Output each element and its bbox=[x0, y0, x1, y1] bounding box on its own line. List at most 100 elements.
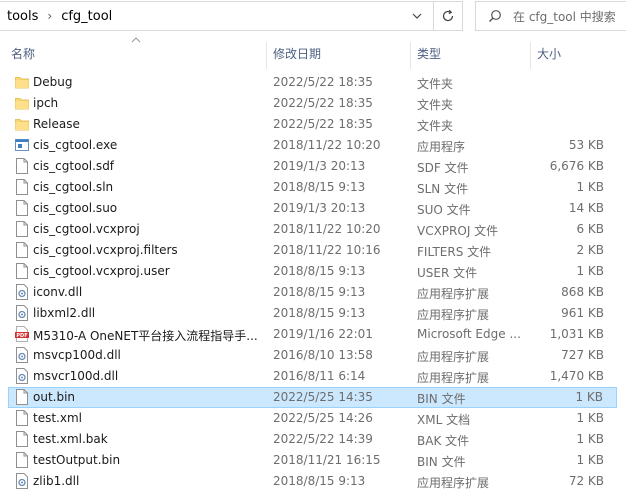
file-type: 应用程序扩展 bbox=[417, 371, 490, 385]
column-name[interactable]: 名称 bbox=[11, 45, 35, 62]
address-bar[interactable]: tools › cfg_tool bbox=[0, 1, 463, 31]
file-name: cis_cgtool.vcxproj bbox=[33, 222, 140, 236]
file-row[interactable]: cis_cgtool.exe 2018/11/22 10:20 应用程序 53 KB bbox=[0, 135, 626, 156]
file-name: cis_cgtool.exe bbox=[33, 138, 118, 152]
file-row[interactable]: zlib1.dll 2018/8/15 9:13 应用程序扩展 72 KB bbox=[0, 471, 626, 492]
pdf-icon: PDF bbox=[15, 326, 29, 342]
search-box[interactable]: 在 cfg_tool 中搜索 bbox=[475, 1, 626, 31]
file-size: 2 KB bbox=[576, 243, 604, 257]
file-date: 2022/5/25 14:26 bbox=[273, 411, 373, 425]
refresh-icon bbox=[442, 9, 454, 22]
file-row[interactable]: cis_cgtool.suo 2019/1/3 20:13 SUO 文件 14 KB bbox=[0, 198, 626, 219]
file-size: 1,031 KB bbox=[549, 327, 604, 341]
breadcrumb-tools[interactable]: tools bbox=[0, 9, 38, 24]
file-row[interactable]: cis_cgtool.vcxproj.filters 2018/11/22 10:… bbox=[0, 240, 626, 261]
file-row[interactable]: cis_cgtool.sdf 2019/1/3 20:13 SDF 文件 6,676 … bbox=[0, 156, 626, 177]
file-type: Microsoft Edge ... bbox=[417, 327, 521, 341]
file-type: 文件夹 bbox=[417, 119, 454, 133]
file-row[interactable]: cis_cgtool.vcxproj.user 2018/8/15 9:13 USE… bbox=[0, 261, 626, 282]
breadcrumb-cfg-tool[interactable]: cfg_tool bbox=[61, 9, 112, 24]
column-divider[interactable] bbox=[530, 42, 531, 69]
file-size: 6,676 KB bbox=[549, 159, 604, 173]
exe-icon bbox=[15, 137, 29, 153]
column-divider[interactable] bbox=[410, 42, 411, 69]
file-type: USER 文件 bbox=[417, 266, 478, 280]
toolbar: tools › cfg_tool 在 cfg_tool 中搜索 bbox=[0, 0, 626, 33]
file-row[interactable]: cis_cgtool.sln 2018/8/15 9:13 SLN 文件 1 KB bbox=[0, 177, 626, 198]
file-name: libxml2.dll bbox=[33, 306, 96, 320]
column-header: 名称 修改日期 类型 大小 bbox=[0, 35, 626, 69]
column-date[interactable]: 修改日期 bbox=[273, 45, 321, 62]
file-icon bbox=[15, 452, 29, 468]
file-name: M5310-A OneNET平台接入流程指导手... bbox=[33, 329, 258, 343]
file-date: 2022/5/22 18:35 bbox=[273, 75, 373, 89]
file-name: zlib1.dll bbox=[33, 474, 80, 488]
file-size: 1 KB bbox=[576, 264, 604, 278]
file-date: 2022/5/25 14:35 bbox=[273, 390, 373, 404]
file-name: cis_cgtool.vcxproj.filters bbox=[33, 243, 178, 257]
file-type: 应用程序扩展 bbox=[417, 350, 490, 364]
column-type[interactable]: 类型 bbox=[417, 45, 441, 62]
file-name: cis_cgtool.vcxproj.user bbox=[33, 264, 170, 278]
file-size: 1 KB bbox=[576, 180, 604, 194]
file-icon bbox=[15, 389, 29, 405]
file-date: 2019/1/16 22:01 bbox=[273, 327, 373, 341]
file-row[interactable]: Debug 2022/5/22 18:35 文件夹 bbox=[0, 72, 626, 93]
dll-icon bbox=[15, 284, 29, 300]
file-size: 72 KB bbox=[568, 474, 604, 488]
file-row[interactable]: testOutput.bin 2018/11/21 16:15 BIN 文件 1 KB bbox=[0, 450, 626, 471]
dll-icon bbox=[15, 305, 29, 321]
file-row[interactable]: libxml2.dll 2018/8/15 9:13 应用程序扩展 961 KB bbox=[0, 303, 626, 324]
file-name: test.xml.bak bbox=[33, 432, 108, 446]
file-icon bbox=[15, 221, 29, 237]
file-date: 2018/11/22 10:20 bbox=[273, 222, 381, 236]
file-type: 文件夹 bbox=[417, 77, 454, 91]
file-type: SLN 文件 bbox=[417, 182, 469, 196]
column-size[interactable]: 大小 bbox=[537, 45, 561, 62]
file-date: 2022/5/22 18:35 bbox=[273, 96, 373, 110]
file-size: 1 KB bbox=[576, 411, 604, 425]
folder-icon bbox=[15, 95, 29, 111]
file-name: iconv.dll bbox=[33, 285, 83, 299]
file-row[interactable]: Release 2022/5/22 18:35 文件夹 bbox=[0, 114, 626, 135]
file-date: 2018/8/15 9:13 bbox=[273, 264, 366, 278]
file-date: 2018/11/22 10:16 bbox=[273, 243, 381, 257]
search-input[interactable]: 在 cfg_tool 中搜索 bbox=[513, 8, 616, 25]
file-row[interactable]: out.bin 2022/5/25 14:35 BIN 文件 1 KB bbox=[8, 387, 617, 408]
file-type: 应用程序扩展 bbox=[417, 287, 490, 301]
dll-icon bbox=[15, 473, 29, 489]
file-icon bbox=[15, 179, 29, 195]
file-icon bbox=[15, 431, 29, 447]
file-row[interactable]: msvcp100d.dll 2016/8/10 13:58 应用程序扩展 727 KB bbox=[0, 345, 626, 366]
file-size: 1 KB bbox=[575, 390, 603, 404]
file-row[interactable]: test.xml.bak 2022/5/22 14:39 BAK 文件 1 KB bbox=[0, 429, 626, 450]
file-row[interactable]: msvcr100d.dll 2016/8/11 6:14 应用程序扩展 1,470 K… bbox=[0, 366, 626, 387]
file-name: test.xml bbox=[33, 411, 82, 425]
file-date: 2016/8/11 6:14 bbox=[273, 369, 366, 383]
file-size: 727 KB bbox=[561, 348, 604, 362]
file-row[interactable]: ipch 2022/5/22 18:35 文件夹 bbox=[0, 93, 626, 114]
column-divider[interactable] bbox=[266, 42, 267, 69]
file-row[interactable]: cis_cgtool.vcxproj 2018/11/22 10:20 VCXPRO… bbox=[0, 219, 626, 240]
file-type: BAK 文件 bbox=[417, 434, 470, 448]
file-icon bbox=[15, 242, 29, 258]
file-name: cis_cgtool.sln bbox=[33, 180, 114, 194]
file-row[interactable]: test.xml 2022/5/25 14:26 XML 文档 1 KB bbox=[0, 408, 626, 429]
file-date: 2016/8/10 13:58 bbox=[273, 348, 373, 362]
dll-icon bbox=[15, 368, 29, 384]
file-row[interactable]: iconv.dll 2018/8/15 9:13 应用程序扩展 868 KB bbox=[0, 282, 626, 303]
file-name: cis_cgtool.sdf bbox=[33, 159, 115, 173]
file-row[interactable]: PDF M5310-A OneNET平台接入流程指导手... 2019/1/16 2… bbox=[0, 324, 626, 345]
file-type: BIN 文件 bbox=[417, 392, 466, 406]
address-dropdown-button[interactable] bbox=[406, 2, 428, 30]
file-size: 961 KB bbox=[561, 306, 604, 320]
file-size: 1 KB bbox=[576, 432, 604, 446]
file-type: BIN 文件 bbox=[417, 455, 466, 469]
file-date: 2018/11/21 16:15 bbox=[273, 453, 381, 467]
folder-icon bbox=[15, 74, 29, 90]
file-icon bbox=[15, 158, 29, 174]
refresh-button[interactable] bbox=[433, 2, 462, 30]
breadcrumb-separator[interactable]: › bbox=[38, 9, 61, 23]
file-type: SDF 文件 bbox=[417, 161, 469, 175]
file-type: VCXPROJ 文件 bbox=[417, 224, 499, 238]
